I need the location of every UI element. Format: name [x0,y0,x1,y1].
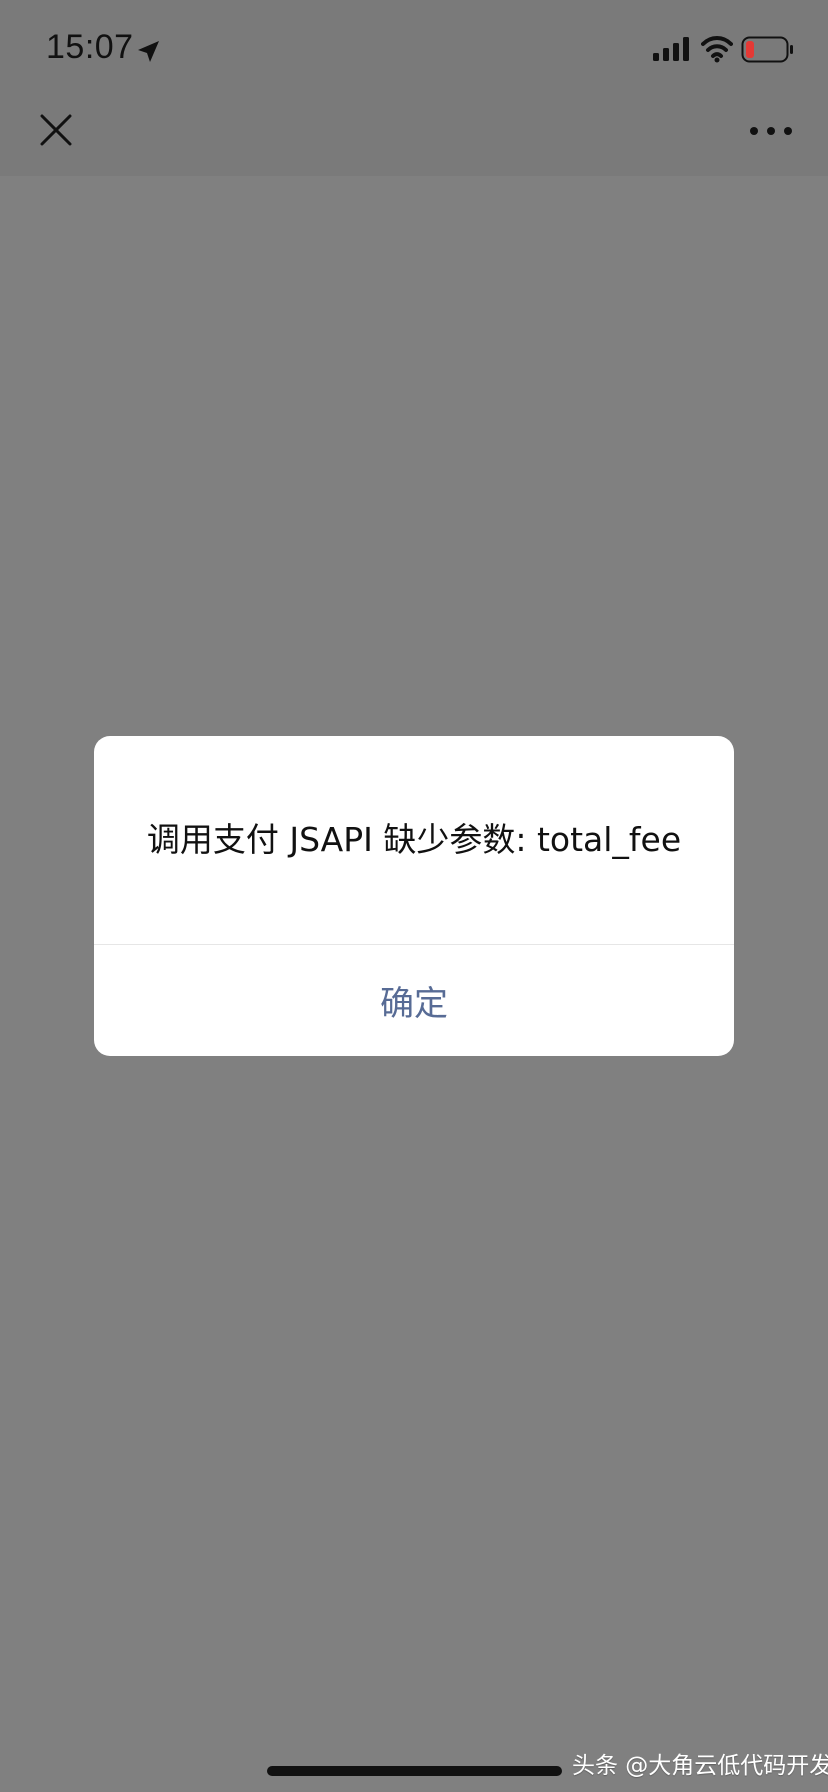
top-bar: 15:07 [0,0,828,176]
confirm-button[interactable]: 确定 [94,945,734,1056]
location-arrow-icon [138,41,159,62]
cellular-signal-icon [653,37,689,61]
status-time: 15:07 [46,28,134,66]
watermark-text: 头条 @大角云低代码开发 [572,1753,828,1779]
wifi-icon [701,36,733,63]
battery-low-icon [741,36,793,63]
mobile-screen: 15:07 调用支付 JSAPI 缺少参数: total_fee 确定 头条 @… [0,0,828,1792]
more-icon[interactable] [748,119,794,143]
home-indicator[interactable] [267,1766,562,1776]
close-icon[interactable] [36,110,76,150]
alert-dialog: 调用支付 JSAPI 缺少参数: total_fee 确定 [94,736,734,1056]
dialog-message: 调用支付 JSAPI 缺少参数: total_fee [146,820,682,860]
